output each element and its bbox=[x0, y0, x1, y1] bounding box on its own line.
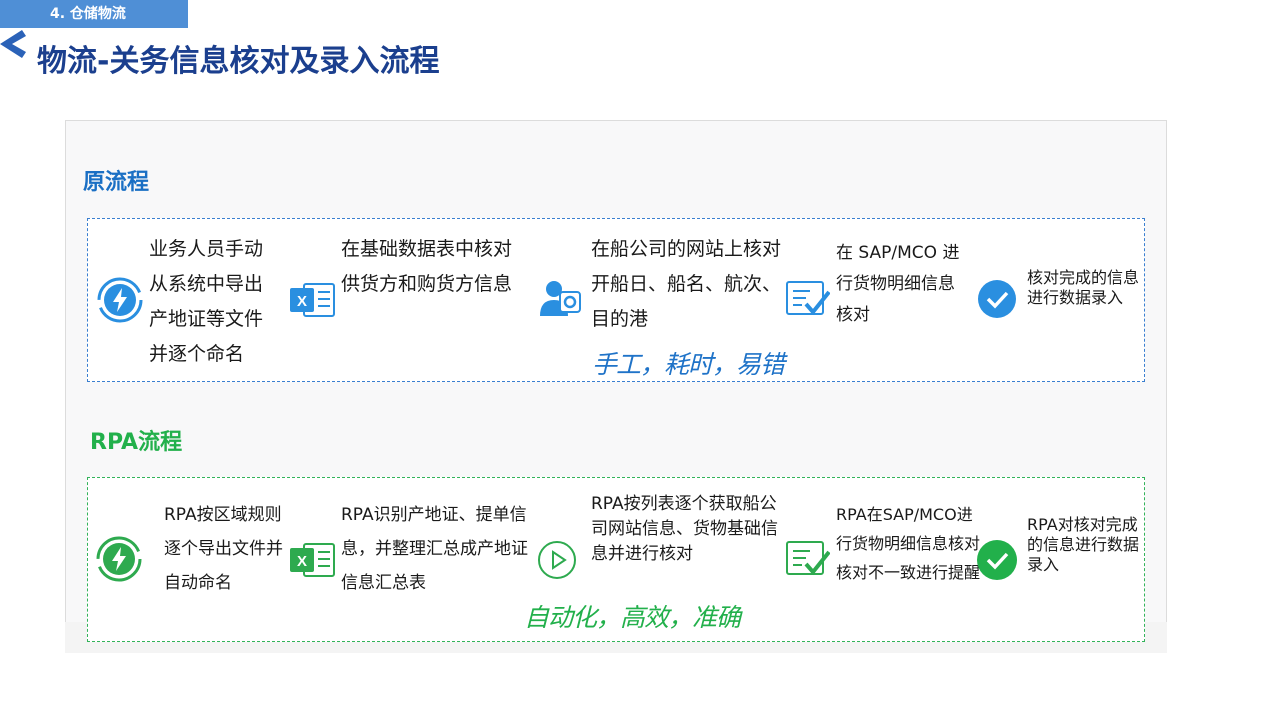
checklist-icon bbox=[786, 540, 830, 578]
rpa-step-1-text: RPA按区域规则逐个导出文件并自动命名 bbox=[164, 505, 283, 593]
original-step-4-text: 在 SAP/MCO 进行货物明细信息核对 bbox=[836, 243, 960, 325]
rpa-step-2-text: RPA识别产地证、提单信息，并整理汇总成产地证信息汇总表 bbox=[341, 505, 528, 593]
rpa-step-4-text: RPA在SAP/MCO进行货物明细信息核对,核对不一致进行提醒 bbox=[836, 505, 986, 582]
checklist-icon bbox=[786, 280, 830, 318]
refresh-lightning-icon bbox=[96, 276, 144, 324]
rpa-flow-heading: RPA流程 bbox=[90, 430, 183, 455]
check-circle-icon bbox=[977, 279, 1017, 319]
rpa-step-3-text: RPA按列表逐个获取船公司网站信息、货物基础信息并进行核对 bbox=[591, 494, 778, 564]
svg-text:X: X bbox=[297, 553, 307, 570]
rpa-step-5-text: RPA对核对完成的信息进行数据录入 bbox=[1027, 515, 1140, 574]
play-circle-icon bbox=[537, 540, 577, 580]
page-title: 物流-关务信息核对及录入流程 bbox=[37, 44, 440, 79]
original-step-5-text: 核对完成的信息进行数据录入 bbox=[1027, 268, 1140, 307]
rpa-flow-slogan: 自动化，高效，准确 bbox=[524, 603, 741, 632]
original-step-1-text: 业务人员手动从系统中导出产地证等文件并逐个命名 bbox=[149, 238, 264, 365]
original-step-3-text: 在船公司的网站上核对开船日、船名、航次、目的港 bbox=[591, 238, 782, 330]
section-tag: 4. 仓储物流 bbox=[0, 0, 188, 28]
svg-text:X: X bbox=[297, 293, 307, 310]
check-circle-icon bbox=[976, 539, 1018, 581]
original-flow-heading: 原流程 bbox=[83, 170, 150, 195]
back-chevron-icon[interactable] bbox=[0, 28, 26, 60]
refresh-lightning-icon bbox=[95, 535, 143, 583]
original-flow-slogan: 手工，耗时，易错 bbox=[592, 350, 785, 379]
excel-icon: X bbox=[290, 280, 336, 320]
user-settings-icon bbox=[538, 278, 582, 318]
original-step-2-text: 在基础数据表中核对供货方和购货方信息 bbox=[341, 238, 513, 295]
excel-icon: X bbox=[290, 540, 336, 580]
